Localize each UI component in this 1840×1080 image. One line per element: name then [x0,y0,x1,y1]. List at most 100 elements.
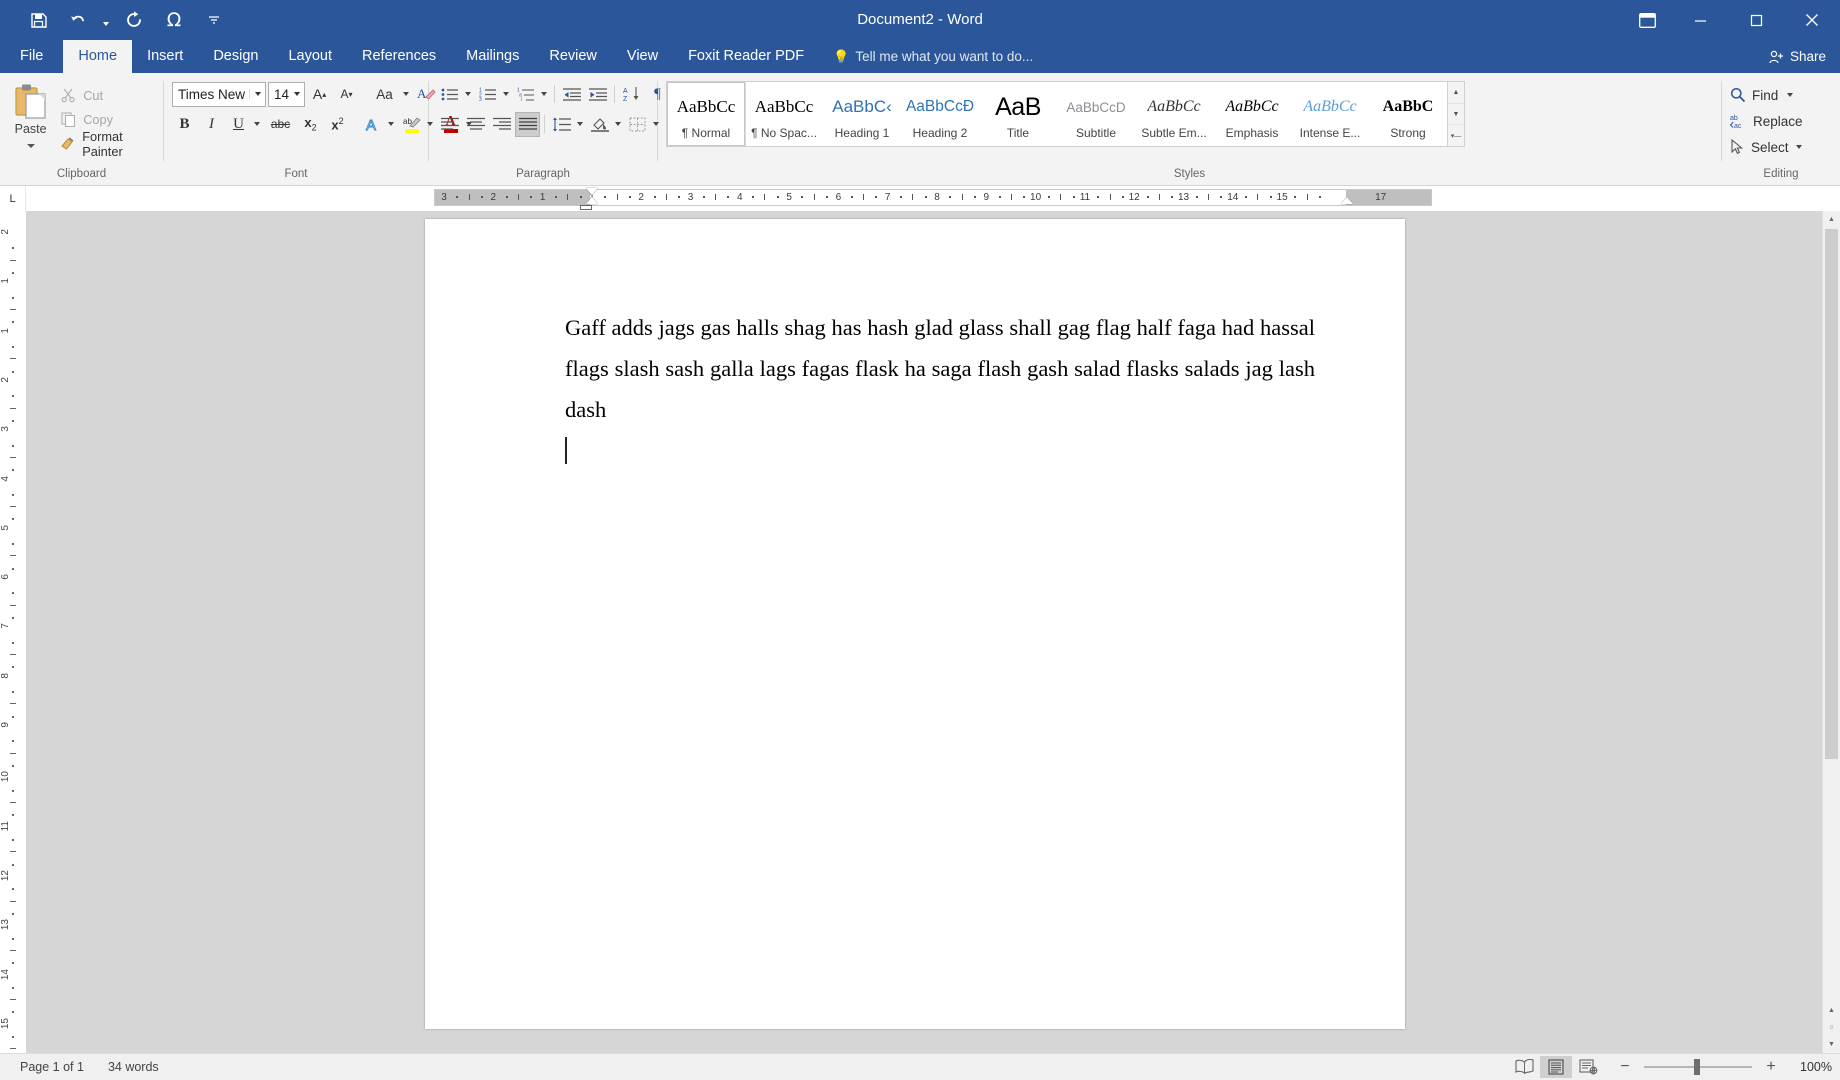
page-indicator[interactable]: Page 1 of 1 [8,1060,96,1074]
underline-button[interactable]: U [226,112,251,137]
align-center-button[interactable] [463,112,488,137]
style-subtitle[interactable]: AaBbCcD Subtitle [1057,82,1135,146]
next-page-icon[interactable]: ▼ [1823,1036,1840,1053]
strikethrough-button[interactable]: abc [265,112,296,137]
line-spacing-dropdown-icon[interactable] [574,112,586,137]
style-heading-2[interactable]: AaBbCcĐ Heading 2 [901,82,979,146]
tab-foxit-reader-pdf[interactable]: Foxit Reader PDF [673,40,819,73]
left-indent-marker[interactable] [580,205,592,210]
italic-button[interactable]: I [199,112,224,137]
style-no-spacing[interactable]: AaBbCc ¶ No Spac... [745,82,823,146]
style-subtle-emphasis[interactable]: AaBbCc Subtle Em... [1135,82,1213,146]
web-layout-icon[interactable] [1572,1056,1604,1078]
zoom-slider[interactable] [1644,1059,1752,1075]
word-count[interactable]: 34 words [96,1060,171,1074]
multilevel-list-button[interactable]: 1ai [513,82,538,107]
hanging-indent-marker[interactable] [586,197,598,204]
tell-me-search[interactable]: 💡 Tell me what you want to do... [833,40,1033,73]
shading-dropdown-icon[interactable] [612,112,624,137]
style-intense-emphasis[interactable]: AaBbCc Intense E... [1291,82,1369,146]
justify-button[interactable] [515,111,540,137]
cut-button[interactable]: Cut [57,85,157,106]
find-dropdown-icon[interactable] [1787,93,1794,97]
tab-file[interactable]: File [0,40,63,73]
zoom-out-button[interactable]: − [1614,1058,1636,1076]
style-strong[interactable]: AaBbC Strong [1369,82,1447,146]
zoom-slider-thumb[interactable] [1694,1059,1700,1075]
change-case-button[interactable]: Aa [369,82,400,107]
font-size-combobox[interactable]: 14 [268,81,306,107]
change-case-dropdown-icon[interactable] [400,82,412,107]
chevron-down-icon[interactable] [289,92,304,96]
format-painter-button[interactable]: Format Painter [57,129,157,159]
borders-button[interactable] [625,112,650,137]
select-button[interactable]: Select [1728,135,1803,159]
shading-button[interactable] [587,112,612,137]
decrease-indent-button[interactable] [559,82,584,107]
first-line-indent-marker[interactable] [586,188,598,195]
print-layout-icon[interactable] [1540,1056,1572,1078]
chevron-down-icon[interactable] [250,92,265,96]
horizontal-ruler[interactable]: 3 2 1 1 2 3 4 5 6 7 8 9 10 11 12 13 14 15 17 [26,186,1840,211]
style-normal[interactable]: AaBbCc ¶ Normal [667,82,746,146]
customize-qat-icon[interactable] [194,3,234,37]
bullets-dropdown-icon[interactable] [462,82,474,107]
copy-button[interactable]: Copy [57,109,157,130]
select-dropdown-icon[interactable] [1795,145,1802,149]
bullets-button[interactable] [437,82,462,107]
tab-references[interactable]: References [347,40,451,73]
align-right-button[interactable] [489,112,514,137]
font-name-combobox[interactable]: Times New R‹ [172,81,266,107]
grow-font-button[interactable]: A ▴ [307,82,332,107]
bold-button[interactable]: B [172,112,197,137]
close-button[interactable] [1784,0,1840,40]
zoom-in-button[interactable]: + [1760,1058,1782,1076]
styles-more-icon[interactable]: ▾— [1448,125,1464,146]
style-heading-1[interactable]: AaBbC‹ Heading 1 [823,82,901,146]
styles-gallery[interactable]: AaBbCc ¶ Normal AaBbCc ¶ No Spac... AaBb… [666,81,1448,147]
multilevel-dropdown-icon[interactable] [538,82,550,107]
undo-dropdown-icon[interactable] [98,3,114,37]
ribbon-display-options-icon[interactable] [1622,0,1672,40]
tab-layout[interactable]: Layout [273,40,347,73]
minimize-button[interactable] [1672,0,1728,40]
right-indent-marker[interactable] [1341,197,1353,204]
numbering-button[interactable]: 123 [475,82,500,107]
vertical-ruler[interactable]: 2 1 1 2 3 4 5 6 7 8 9 10 11 12 13 14 15 [0,211,26,1053]
tab-stop-selector[interactable]: L [0,186,26,211]
tab-home[interactable]: Home [63,40,133,73]
omega-icon[interactable]: Ω [154,3,194,37]
restore-button[interactable] [1728,0,1784,40]
vertical-scrollbar[interactable]: ▲ ▲ ○ ▼ [1822,211,1840,1053]
share-button[interactable]: Share [1769,40,1826,73]
undo-icon[interactable] [58,3,98,37]
scroll-up-icon[interactable]: ▲ [1823,211,1840,228]
align-left-button[interactable] [437,112,462,137]
text-highlight-button[interactable]: ab [399,112,424,137]
numbering-dropdown-icon[interactable] [500,82,512,107]
read-mode-icon[interactable] [1508,1056,1540,1078]
increase-indent-button[interactable] [585,82,610,107]
tab-design[interactable]: Design [198,40,273,73]
text-effects-button[interactable]: A [360,112,385,137]
text-effects-dropdown-icon[interactable] [385,112,397,137]
scrollbar-thumb[interactable] [1825,229,1838,759]
find-button[interactable]: Find [1728,83,1803,107]
document-text[interactable]: Gaff adds jags gas halls shag has hash g… [565,307,1315,430]
document-canvas[interactable]: Gaff adds jags gas halls shag has hash g… [26,211,1822,1053]
tab-view[interactable]: View [612,40,673,73]
styles-scroll-down-icon[interactable]: ▼ [1448,104,1464,126]
styles-scroll-up-icon[interactable]: ▲ [1448,82,1464,104]
underline-dropdown-icon[interactable] [251,112,263,137]
document-page[interactable]: Gaff adds jags gas halls shag has hash g… [425,219,1405,1029]
style-title[interactable]: AaB Title [979,82,1057,146]
shrink-font-button[interactable]: A ▾ [334,82,359,107]
subscript-button[interactable]: x2 [298,112,323,137]
replace-button[interactable]: ab ac Replace [1728,109,1803,133]
zoom-level[interactable]: 100% [1786,1060,1832,1074]
paste-button[interactable]: Paste [6,81,55,154]
previous-page-icon[interactable]: ▲ [1823,1002,1840,1019]
tab-mailings[interactable]: Mailings [451,40,534,73]
line-spacing-button[interactable] [549,112,574,137]
tab-insert[interactable]: Insert [132,40,198,73]
